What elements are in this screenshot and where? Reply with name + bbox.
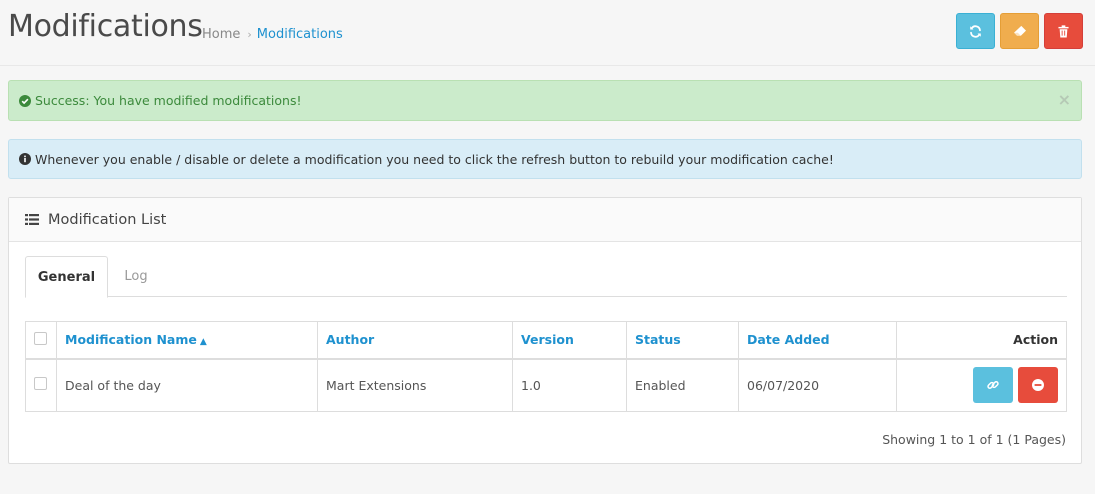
pagination-summary: Showing 1 to 1 of 1 (1 Pages) [882, 432, 1066, 447]
cell-date-added: 06/07/2020 [738, 358, 897, 412]
cell-version: 1.0 [512, 358, 627, 412]
refresh-button[interactable] [956, 13, 995, 49]
info-circle-icon [19, 153, 31, 165]
link-button[interactable] [973, 367, 1014, 404]
breadcrumb-home[interactable]: Home [202, 27, 240, 42]
panel-title: Modification List [48, 211, 167, 228]
select-all-checkbox[interactable] [34, 331, 47, 345]
breadcrumb-separator: › [247, 28, 252, 41]
column-action: Action [896, 321, 1067, 360]
list-icon [25, 214, 39, 225]
breadcrumb: Home › Modifications [202, 27, 343, 42]
cell-action [896, 358, 1067, 412]
cell-status: Enabled [626, 358, 739, 412]
close-icon[interactable]: × [1058, 90, 1071, 109]
column-date-added[interactable]: Date Added [738, 321, 897, 360]
eraser-icon [1013, 25, 1027, 37]
row-checkbox[interactable] [34, 377, 47, 391]
tab-general[interactable]: General [25, 256, 108, 298]
column-version[interactable]: Version [512, 321, 627, 360]
column-modification-name[interactable]: Modification Name ▲ [56, 321, 318, 360]
column-author[interactable]: Author [317, 321, 513, 360]
modification-table: Modification Name ▲ Author Version Status… [25, 321, 1067, 412]
trash-icon [1058, 24, 1069, 38]
panel-heading: Modification List [9, 198, 1081, 242]
select-all-cell [25, 321, 57, 360]
sort-asc-icon: ▲ [199, 337, 207, 348]
clear-log-button[interactable] [1044, 13, 1083, 49]
tab-bar: General Log [25, 256, 1067, 298]
cell-author: Mart Extensions [317, 358, 513, 412]
refresh-icon [969, 24, 982, 38]
tab-log[interactable]: Log [115, 256, 157, 297]
column-label-name: Modification Name [65, 332, 197, 348]
info-alert: Whenever you enable / disable or delete … [8, 139, 1082, 179]
success-alert: Success: You have modified modifications… [8, 80, 1082, 121]
page-title: Modifications [8, 9, 203, 44]
cell-name: Deal of the day [56, 358, 318, 412]
modification-list-panel: Modification List General Log Modificati… [8, 197, 1082, 464]
minus-circle-icon [1032, 379, 1044, 392]
disable-button[interactable] [1018, 367, 1058, 404]
table-row: Deal of the day Mart Extensions 1.0 Enab… [25, 358, 1067, 412]
link-icon [987, 379, 999, 391]
column-status[interactable]: Status [626, 321, 739, 360]
info-message: Whenever you enable / disable or delete … [35, 151, 834, 167]
breadcrumb-modifications[interactable]: Modifications [257, 27, 343, 42]
page-header: Modifications Home › Modifications [0, 0, 1095, 66]
success-message: Success: You have modified modifications… [35, 93, 302, 108]
clear-button[interactable] [1000, 13, 1039, 49]
check-circle-icon [19, 94, 31, 107]
row-select-cell [25, 358, 57, 412]
table-header-row: Modification Name ▲ Author Version Status… [25, 321, 1067, 360]
